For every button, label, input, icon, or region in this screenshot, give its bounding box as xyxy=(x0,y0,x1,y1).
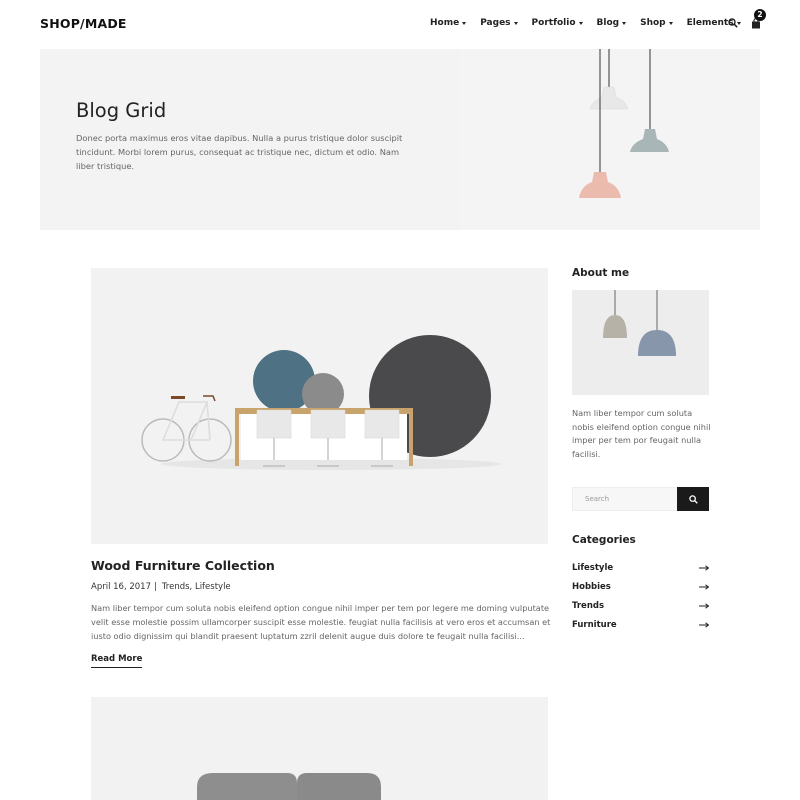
category-label: Furniture xyxy=(572,619,617,630)
site-logo[interactable]: SHOP/MADE xyxy=(40,16,127,31)
post-title[interactable]: Wood Furniture Collection xyxy=(91,558,275,573)
nav-label: Pages xyxy=(480,18,511,28)
nav-item-home[interactable]: Home xyxy=(430,18,467,28)
search-button[interactable] xyxy=(677,487,709,511)
nav-item-blog[interactable]: Blog xyxy=(597,18,627,28)
arrow-right-icon xyxy=(699,621,709,628)
sofa-image xyxy=(91,697,548,800)
caret-down-icon xyxy=(513,22,518,25)
arrow-right-icon xyxy=(699,583,709,590)
post-date: April 16, 2017 xyxy=(91,582,151,592)
nav-item-portfolio[interactable]: Portfolio xyxy=(532,18,583,28)
nav-label: Portfolio xyxy=(531,18,576,28)
category-label: Trends xyxy=(572,600,605,611)
main-nav: Home Pages Portfolio Blog Shop Elements xyxy=(430,18,755,28)
caret-down-icon xyxy=(462,22,467,25)
category-label: Lifestyle xyxy=(572,562,614,573)
nav-label: Shop xyxy=(640,18,666,28)
about-heading: About me xyxy=(572,267,630,279)
cart-count-badge: 2 xyxy=(754,9,766,21)
arrow-right-icon xyxy=(699,564,709,571)
pendant-lamps-image xyxy=(572,290,709,395)
category-list: Lifestyle Hobbies Trends Furniture xyxy=(572,558,709,634)
furniture-scene-image xyxy=(91,268,548,544)
post-categories[interactable]: Trends, Lifestyle xyxy=(162,582,231,592)
category-item-furniture[interactable]: Furniture xyxy=(572,615,709,634)
meta-separator: | xyxy=(153,582,157,592)
sidebar-search xyxy=(572,487,709,511)
nav-label: Elements xyxy=(686,18,734,28)
search-icon xyxy=(688,494,698,504)
nav-label: Home xyxy=(430,18,460,28)
search-icon[interactable] xyxy=(728,18,738,28)
page-hero: Blog Grid Donec porta maximus eros vitae… xyxy=(40,49,760,230)
categories-heading: Categories xyxy=(572,534,636,546)
category-item-trends[interactable]: Trends xyxy=(572,596,709,615)
post-featured-image[interactable] xyxy=(91,697,548,800)
caret-down-icon xyxy=(578,22,583,25)
page-title: Blog Grid xyxy=(76,99,167,122)
nav-label: Blog xyxy=(596,18,620,28)
nav-item-shop[interactable]: Shop xyxy=(640,18,673,28)
caret-down-icon xyxy=(668,22,673,25)
site-header: SHOP/MADE Home Pages Portfolio Blog Shop… xyxy=(0,0,800,48)
search-input[interactable] xyxy=(572,487,677,511)
caret-down-icon xyxy=(622,22,627,25)
category-item-lifestyle[interactable]: Lifestyle xyxy=(572,558,709,577)
category-item-hobbies[interactable]: Hobbies xyxy=(572,577,709,596)
nav-item-pages[interactable]: Pages xyxy=(480,18,518,28)
post-featured-image[interactable] xyxy=(91,268,548,544)
post-excerpt: Nam liber tempor cum soluta nobis eleife… xyxy=(91,603,551,641)
about-text: Nam liber tempor cum soluta nobis eleife… xyxy=(572,408,711,459)
category-label: Hobbies xyxy=(572,581,611,592)
about-image xyxy=(572,290,709,395)
arrow-right-icon xyxy=(699,602,709,609)
post-meta: April 16, 2017 | Trends, Lifestyle xyxy=(91,582,231,592)
hero-description: Donec porta maximus eros vitae dapibus. … xyxy=(76,133,403,171)
pendant-lamps-image xyxy=(460,49,760,230)
read-more-link[interactable]: Read More xyxy=(91,654,143,668)
